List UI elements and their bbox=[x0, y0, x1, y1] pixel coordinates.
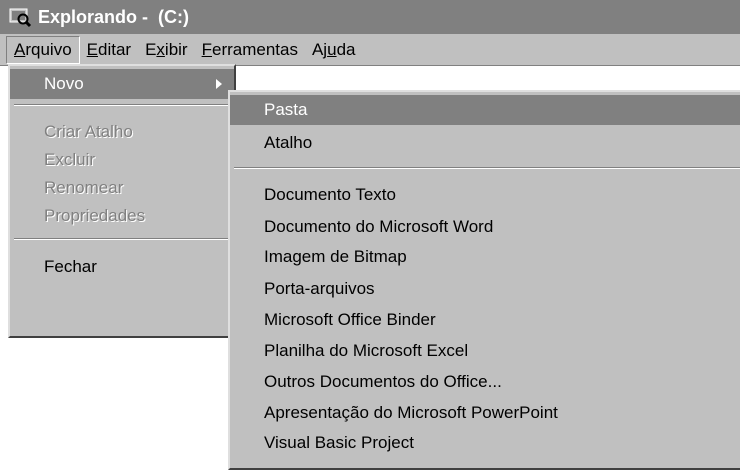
menu-item-criar-atalho[interactable]: Criar Atalho bbox=[10, 117, 234, 147]
menu-item-propriedades[interactable]: Propriedades bbox=[10, 201, 234, 231]
menu-editar-mnemonic: E bbox=[86, 39, 98, 59]
menu-bar: Arquivo Editar Exibir Ferramentas Ajuda bbox=[0, 34, 740, 66]
menu-editar-rest: ditar bbox=[98, 39, 132, 59]
menu-item-atalho-label: Atalho bbox=[264, 133, 313, 152]
menu-item-fechar-label: Fechar bbox=[44, 257, 97, 276]
menu-item-renomear-label: Renomear bbox=[44, 178, 124, 197]
separator bbox=[234, 167, 740, 169]
menu-item-outros-office[interactable]: Outros Documentos do Office... bbox=[230, 367, 740, 397]
menu-item-propriedades-label: Propriedades bbox=[44, 206, 146, 225]
menu-item-label: Documento do Microsoft Word bbox=[264, 217, 494, 236]
arquivo-dropdown: Novo Criar Atalho Excluir Renomear Propr… bbox=[8, 64, 236, 338]
menu-item-label: Documento Texto bbox=[264, 185, 396, 204]
menu-item-fechar[interactable]: Fechar bbox=[10, 252, 234, 282]
menu-item-documento-texto[interactable]: Documento Texto bbox=[230, 180, 740, 210]
submenu-arrow-icon bbox=[216, 79, 222, 89]
menu-item-planilha-excel[interactable]: Planilha do Microsoft Excel bbox=[230, 336, 740, 366]
menu-item-excluir[interactable]: Excluir bbox=[10, 145, 234, 175]
menu-item-label: Microsoft Office Binder bbox=[264, 310, 436, 329]
separator bbox=[14, 104, 230, 106]
menu-item-label: Planilha do Microsoft Excel bbox=[264, 341, 469, 360]
menu-editar[interactable]: Editar bbox=[80, 37, 138, 63]
explorer-magnifier-icon bbox=[9, 8, 32, 28]
menu-item-powerpoint[interactable]: Apresentação do Microsoft PowerPoint bbox=[230, 398, 740, 428]
menu-item-label: Apresentação do Microsoft PowerPoint bbox=[264, 403, 558, 422]
menu-exibir[interactable]: Exibir bbox=[138, 37, 195, 63]
separator bbox=[14, 238, 230, 240]
menu-item-porta-arquivos[interactable]: Porta-arquivos bbox=[230, 274, 740, 304]
menu-item-label: Outros Documentos do Office... bbox=[264, 372, 502, 391]
menu-ajuda-rest: da bbox=[336, 39, 356, 59]
window-title: Explorando - (C:) bbox=[38, 6, 189, 27]
menu-ajuda[interactable]: Ajuda bbox=[305, 37, 363, 63]
menu-item-novo[interactable]: Novo bbox=[10, 69, 234, 99]
menu-ferramentas-rest: erramentas bbox=[211, 39, 298, 59]
menu-item-imagem-bitmap[interactable]: Imagem de Bitmap bbox=[230, 242, 740, 272]
menu-item-atalho[interactable]: Atalho bbox=[230, 128, 740, 158]
title-bar: Explorando - (C:) bbox=[0, 0, 740, 34]
menu-item-pasta-label: Pasta bbox=[264, 100, 308, 119]
menu-arquivo-mnemonic: A bbox=[14, 39, 26, 59]
menu-ferramentas-mnemonic: F bbox=[201, 39, 212, 59]
menu-item-renomear[interactable]: Renomear bbox=[10, 173, 234, 203]
menu-item-criar-atalho-label: Criar Atalho bbox=[44, 122, 133, 141]
menu-arquivo[interactable]: Arquivo bbox=[6, 35, 80, 64]
menu-item-label: Imagem de Bitmap bbox=[264, 247, 407, 266]
menu-item-label: Porta-arquivos bbox=[264, 279, 375, 298]
menu-item-office-binder[interactable]: Microsoft Office Binder bbox=[230, 305, 740, 335]
menu-ferramentas[interactable]: Ferramentas bbox=[195, 37, 305, 63]
menu-ajuda-mnemonic: u bbox=[327, 39, 337, 59]
menu-item-novo-label: Novo bbox=[44, 74, 84, 93]
menu-ajuda-pre: Aj bbox=[311, 39, 328, 59]
menu-item-visual-basic[interactable]: Visual Basic Project bbox=[230, 428, 740, 458]
menu-arquivo-rest: rquivo bbox=[25, 39, 72, 59]
menu-exibir-mnemonic: x bbox=[156, 39, 165, 59]
novo-submenu: Pasta Atalho Documento Texto Documento d… bbox=[228, 90, 740, 470]
menu-item-label: Visual Basic Project bbox=[264, 433, 414, 452]
menu-item-excluir-label: Excluir bbox=[44, 150, 96, 169]
menu-exibir-pre: E bbox=[145, 39, 157, 59]
menu-item-pasta[interactable]: Pasta bbox=[230, 95, 740, 125]
menu-item-documento-word[interactable]: Documento do Microsoft Word bbox=[230, 212, 740, 242]
menu-exibir-rest: ibir bbox=[164, 39, 188, 59]
